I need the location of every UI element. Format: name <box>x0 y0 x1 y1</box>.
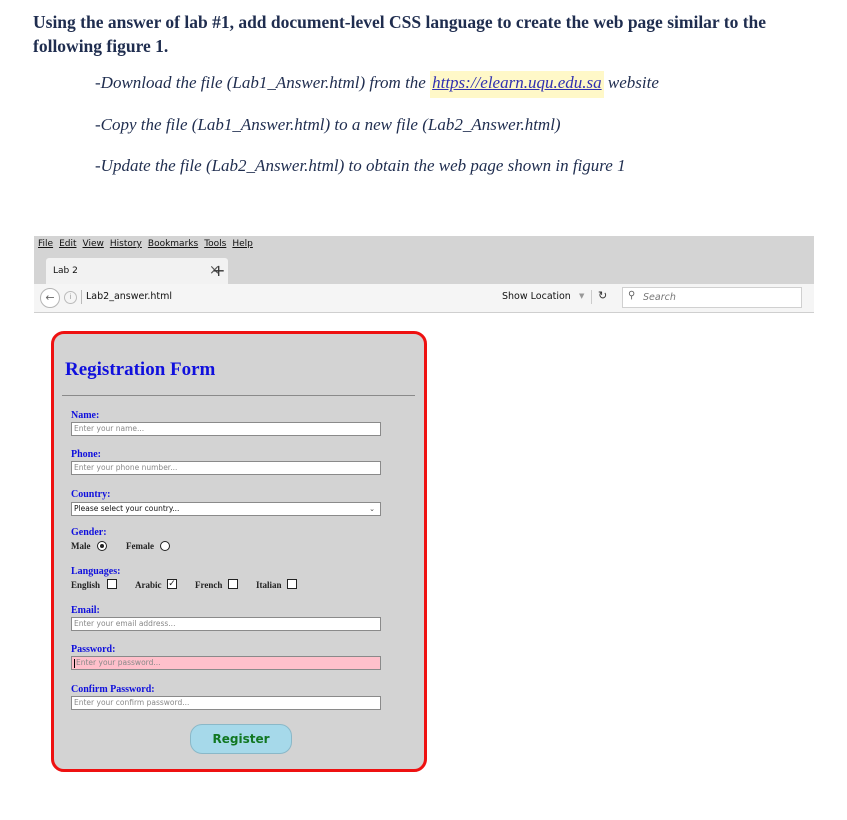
tab-lab2[interactable]: Lab 2 × <box>46 258 228 284</box>
assignment-heading: Using the answer of lab #1, add document… <box>33 12 767 56</box>
url-separator <box>81 290 82 304</box>
gender-female-label: Female <box>126 541 154 551</box>
language-italian-label: Italian <box>256 580 282 590</box>
info-icon[interactable]: i <box>64 291 77 304</box>
language-italian-checkbox[interactable] <box>287 579 297 589</box>
instruction-update: -Update the file (Lab2_Answer.html) to o… <box>95 156 626 175</box>
menu-bar: File Edit View History Bookmarks Tools Help <box>38 239 259 249</box>
dropdown-caret-icon[interactable]: ▼ <box>579 292 584 300</box>
text-cursor <box>74 658 75 668</box>
menu-help[interactable]: Help <box>232 239 253 249</box>
language-french-label: French <box>195 580 223 590</box>
country-label: Country: <box>71 489 111 500</box>
phone-label: Phone: <box>71 449 101 460</box>
tab-title: Lab 2 <box>53 266 78 276</box>
instruction-copy: -Copy the file (Lab1_Answer.html) to a n… <box>95 115 561 134</box>
register-button[interactable]: Register <box>190 724 292 754</box>
confirm-password-label: Confirm Password: <box>71 684 155 695</box>
language-english-label: English <box>71 580 101 590</box>
language-arabic-checkbox[interactable]: ✓ <box>167 579 177 589</box>
menu-tools[interactable]: Tools <box>204 239 226 249</box>
search-placeholder: Search <box>643 292 676 303</box>
radio-selected-dot <box>100 544 104 548</box>
elearn-link[interactable]: https://elearn.uqu.edu.sa <box>430 71 604 98</box>
instruction-download-prefix: -Download the file (Lab1_Answer.html) fr… <box>95 73 431 92</box>
country-select[interactable]: Please select your country... ⌄ <box>71 502 381 516</box>
show-location-button[interactable]: Show Location <box>502 291 571 302</box>
languages-label: Languages: <box>71 566 121 577</box>
phone-input[interactable]: Enter your phone number... <box>71 461 381 475</box>
gender-male-radio[interactable] <box>97 541 107 551</box>
title-divider <box>62 395 415 396</box>
navigation-bar: ← i Lab2_answer.html Show Location ▼ ↻ ⚲… <box>34 284 814 313</box>
email-label: Email: <box>71 605 100 616</box>
menu-view[interactable]: View <box>83 239 104 249</box>
new-tab-icon[interactable]: + <box>212 261 225 280</box>
language-english-checkbox[interactable] <box>107 579 117 589</box>
gender-male-label: Male <box>71 541 91 551</box>
chevron-down-icon: ⌄ <box>369 505 375 513</box>
menu-edit[interactable]: Edit <box>59 239 76 249</box>
search-input[interactable]: ⚲ Search <box>622 287 802 308</box>
instruction-download-suffix: website <box>603 73 659 92</box>
gender-label: Gender: <box>71 527 107 538</box>
url-field[interactable]: Lab2_answer.html <box>86 291 172 302</box>
password-label: Password: <box>71 644 116 655</box>
toolbar-separator <box>591 290 592 304</box>
language-french-checkbox[interactable] <box>228 579 238 589</box>
name-label: Name: <box>71 410 100 421</box>
instruction-download: -Download the file (Lab1_Answer.html) fr… <box>95 71 659 98</box>
menu-history[interactable]: History <box>110 239 142 249</box>
country-selected-value: Please select your country... <box>74 504 180 513</box>
name-input[interactable]: Enter your name... <box>71 422 381 436</box>
menu-file[interactable]: File <box>38 239 53 249</box>
gender-female-radio[interactable] <box>160 541 170 551</box>
back-arrow-icon[interactable]: ← <box>40 288 60 308</box>
menu-bookmarks[interactable]: Bookmarks <box>148 239 198 249</box>
password-input[interactable]: Enter your password... <box>71 656 381 670</box>
registration-form: Registration Form Name: Enter your name.… <box>51 331 427 772</box>
search-icon: ⚲ <box>628 290 636 301</box>
language-arabic-label: Arabic <box>135 580 162 590</box>
reload-icon[interactable]: ↻ <box>598 289 607 302</box>
password-placeholder: Enter your password... <box>76 658 161 667</box>
confirm-password-input[interactable]: Enter your confirm password... <box>71 696 381 710</box>
form-title: Registration Form <box>65 359 216 380</box>
email-input[interactable]: Enter your email address... <box>71 617 381 631</box>
browser-window: File Edit View History Bookmarks Tools Help La… <box>34 236 814 313</box>
